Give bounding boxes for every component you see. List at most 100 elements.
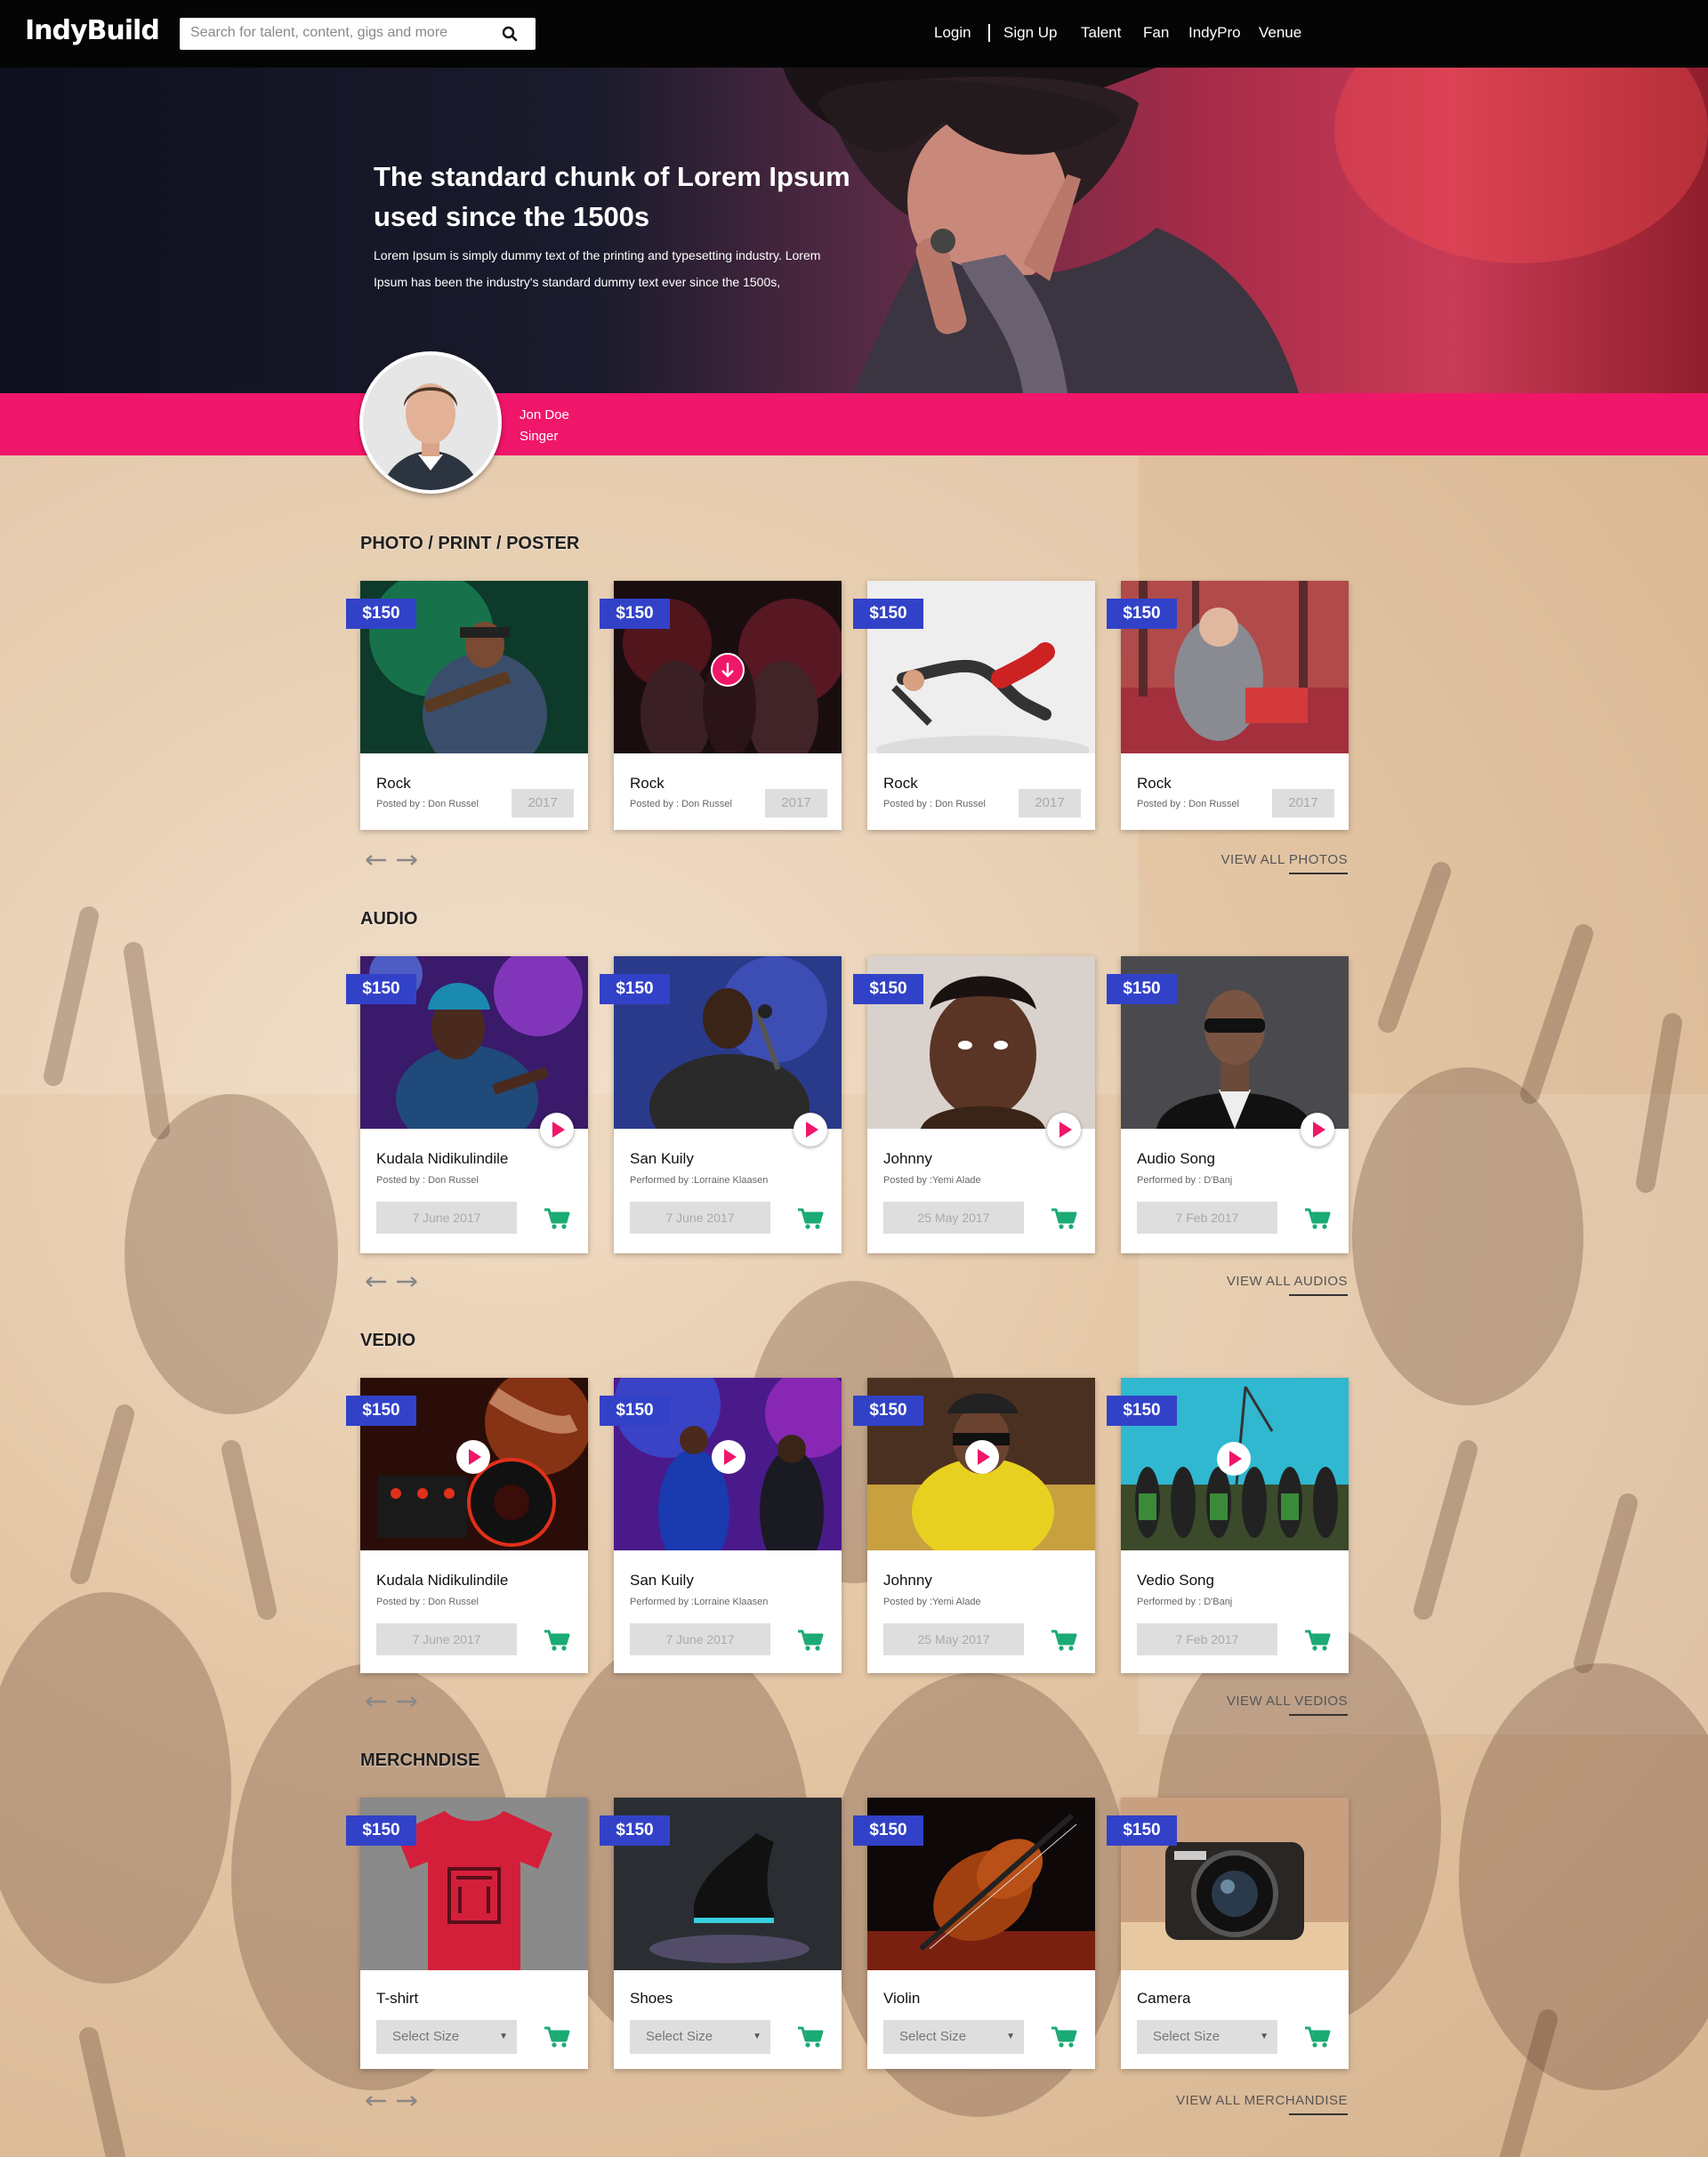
size-select[interactable]: Select Size ▼ [630,2020,770,2054]
add-to-cart-button[interactable] [1051,1207,1077,1230]
add-to-cart-button[interactable] [1304,1629,1331,1652]
cart-icon[interactable] [1051,1629,1077,1652]
cart-icon[interactable] [1051,1207,1077,1230]
size-select[interactable]: Select Size ▼ [376,2020,517,2054]
card-title[interactable]: T-shirt [376,1990,418,2008]
video-card[interactable]: $150 Kudala Nidikulindile Posted by : Don … [346,1378,588,1673]
photos-card[interactable]: $150 Rock Posted by : Don Russel 2017 [346,581,588,830]
merch-carousel-arrows[interactable] [365,2095,418,2107]
size-select-value[interactable]: Select Size [392,2029,459,2044]
add-to-cart-button[interactable] [544,2025,570,2048]
add-to-cart-button[interactable] [544,1629,570,1652]
play-icon[interactable] [540,1113,574,1147]
play-icon[interactable] [1047,1113,1081,1147]
size-select-value[interactable]: Select Size [1153,2029,1220,2044]
add-to-cart-button[interactable] [797,1207,824,1230]
video-card[interactable]: $150 Johnny Posted by :Yemi Alade 25 May 20… [853,1378,1095,1673]
search-box[interactable] [180,18,536,50]
dropdown-caret-icon[interactable]: ▼ [1006,2020,1015,2054]
video-carousel-arrows[interactable] [365,1695,418,1708]
view-all-merchandise-link[interactable]: VIEW ALL MERCHANDISE [1176,2093,1348,2115]
add-to-cart-button[interactable] [1304,1207,1331,1230]
play-icon[interactable] [1217,1442,1251,1476]
size-select-value[interactable]: Select Size [899,2029,966,2044]
audio-card[interactable]: $150 Kudala Nidikulindile Posted by : Don … [346,956,588,1253]
play-icon[interactable] [794,1113,827,1147]
size-select[interactable]: Select Size ▼ [883,2020,1024,2054]
add-to-cart-button[interactable] [797,1629,824,1652]
card-title[interactable]: Rock [630,775,665,793]
card-title[interactable]: Vedio Song [1137,1572,1214,1590]
card-title[interactable]: Johnny [883,1150,932,1168]
view-all-videos-link[interactable]: VIEW ALL VEDIOS [1227,1694,1348,1716]
view-all-merchandise-label[interactable]: VIEW ALL MERCHANDISE [1176,2093,1348,2108]
view-all-videos-label[interactable]: VIEW ALL VEDIOS [1227,1694,1348,1709]
view-all-audios-label[interactable]: VIEW ALL AUDIOS [1227,1274,1348,1289]
size-select[interactable]: Select Size ▼ [1137,2020,1277,2054]
audio-card[interactable]: $150 Johnny Posted by :Yemi Alade 25 May 20… [853,956,1095,1253]
card-title[interactable]: Rock [883,775,918,793]
cart-icon[interactable] [1304,2025,1331,2048]
play-icon[interactable] [1301,1113,1334,1147]
dropdown-caret-icon[interactable]: ▼ [1260,2020,1269,2054]
cart-icon[interactable] [544,2025,570,2048]
card-title[interactable]: San Kuily [630,1150,694,1168]
view-all-audios-link[interactable]: VIEW ALL AUDIOS [1227,1274,1348,1296]
play-icon[interactable] [712,1440,745,1474]
dropdown-caret-icon[interactable]: ▼ [499,2020,508,2054]
card-title[interactable]: Kudala Nidikulindile [376,1572,508,1590]
photos-carousel-arrows[interactable] [365,854,418,866]
card-title[interactable]: Shoes [630,1990,673,2008]
cart-icon[interactable] [1304,1207,1331,1230]
profile-name[interactable]: Jon Doe [520,405,569,426]
merch-card[interactable]: $150 Violin Select Size ▼ [853,1798,1095,2069]
photos-card[interactable]: $150 Rock Posted by : Don Russel 2017 [1107,581,1349,830]
audio-card[interactable]: $150 Audio Song Performed by : D'Banj 7 Feb… [1107,956,1349,1253]
search-icon[interactable] [502,26,518,42]
audio-carousel-arrows[interactable] [365,1276,418,1288]
cart-icon[interactable] [1304,1629,1331,1652]
card-title[interactable]: Violin [883,1990,920,2008]
merch-card[interactable]: $150 Shoes Select Size ▼ [600,1798,842,2069]
view-all-photos-link[interactable]: VIEW ALL PHOTOS [1221,852,1348,874]
card-title[interactable]: Camera [1137,1990,1190,2008]
add-to-cart-button[interactable] [1051,2025,1077,2048]
avatar[interactable] [359,351,502,494]
add-to-cart-button[interactable] [797,2025,824,2048]
cart-icon[interactable] [1051,2025,1077,2048]
card-title[interactable]: Rock [376,775,411,793]
card-title[interactable]: San Kuily [630,1572,694,1590]
card-title[interactable]: Rock [1137,775,1172,793]
photos-card[interactable]: $150 Rock Posted by : Don Russel 2017 [853,581,1095,830]
video-card[interactable]: $150 Vedio Song Performed by : D'Banj 7 Feb… [1107,1378,1349,1673]
cart-icon[interactable] [797,1629,824,1652]
dropdown-caret-icon[interactable]: ▼ [753,2020,761,2054]
size-select-value[interactable]: Select Size [646,2029,713,2044]
fan-link[interactable]: Fan [1143,24,1169,42]
add-to-cart-button[interactable] [1051,1629,1077,1652]
signup-link[interactable]: Sign Up [1003,24,1057,42]
talent-link[interactable]: Talent [1081,24,1121,42]
merch-card[interactable]: $150 Camera Select Size ▼ [1107,1798,1349,2069]
indypro-link[interactable]: IndyPro [1188,24,1241,42]
cart-icon[interactable] [797,2025,824,2048]
photos-card[interactable]: $150 Rock Posted by : Don Russel 2017 [600,581,842,830]
venue-link[interactable]: Venue [1259,24,1301,42]
play-icon[interactable] [456,1440,490,1474]
card-title[interactable]: Audio Song [1137,1150,1215,1168]
video-card[interactable]: $150 San Kuily Performed by :Lorraine Klaa… [600,1378,842,1673]
search-input[interactable] [190,25,493,41]
audio-card[interactable]: $150 San Kuily Performed by :Lorraine Klaa… [600,956,842,1253]
cart-icon[interactable] [544,1629,570,1652]
logo[interactable]: IndyBuild [25,15,160,46]
login-link[interactable]: Login [934,24,971,42]
cart-icon[interactable] [544,1207,570,1230]
card-title[interactable]: Johnny [883,1572,932,1590]
add-to-cart-button[interactable] [1304,2025,1331,2048]
play-icon[interactable] [965,1440,999,1474]
cart-icon[interactable] [797,1207,824,1230]
merch-card[interactable]: $150 T-shirt Select Size ▼ [346,1798,588,2069]
card-title[interactable]: Kudala Nidikulindile [376,1150,508,1168]
add-to-cart-button[interactable] [544,1207,570,1230]
view-all-photos-label[interactable]: VIEW ALL PHOTOS [1221,852,1348,867]
